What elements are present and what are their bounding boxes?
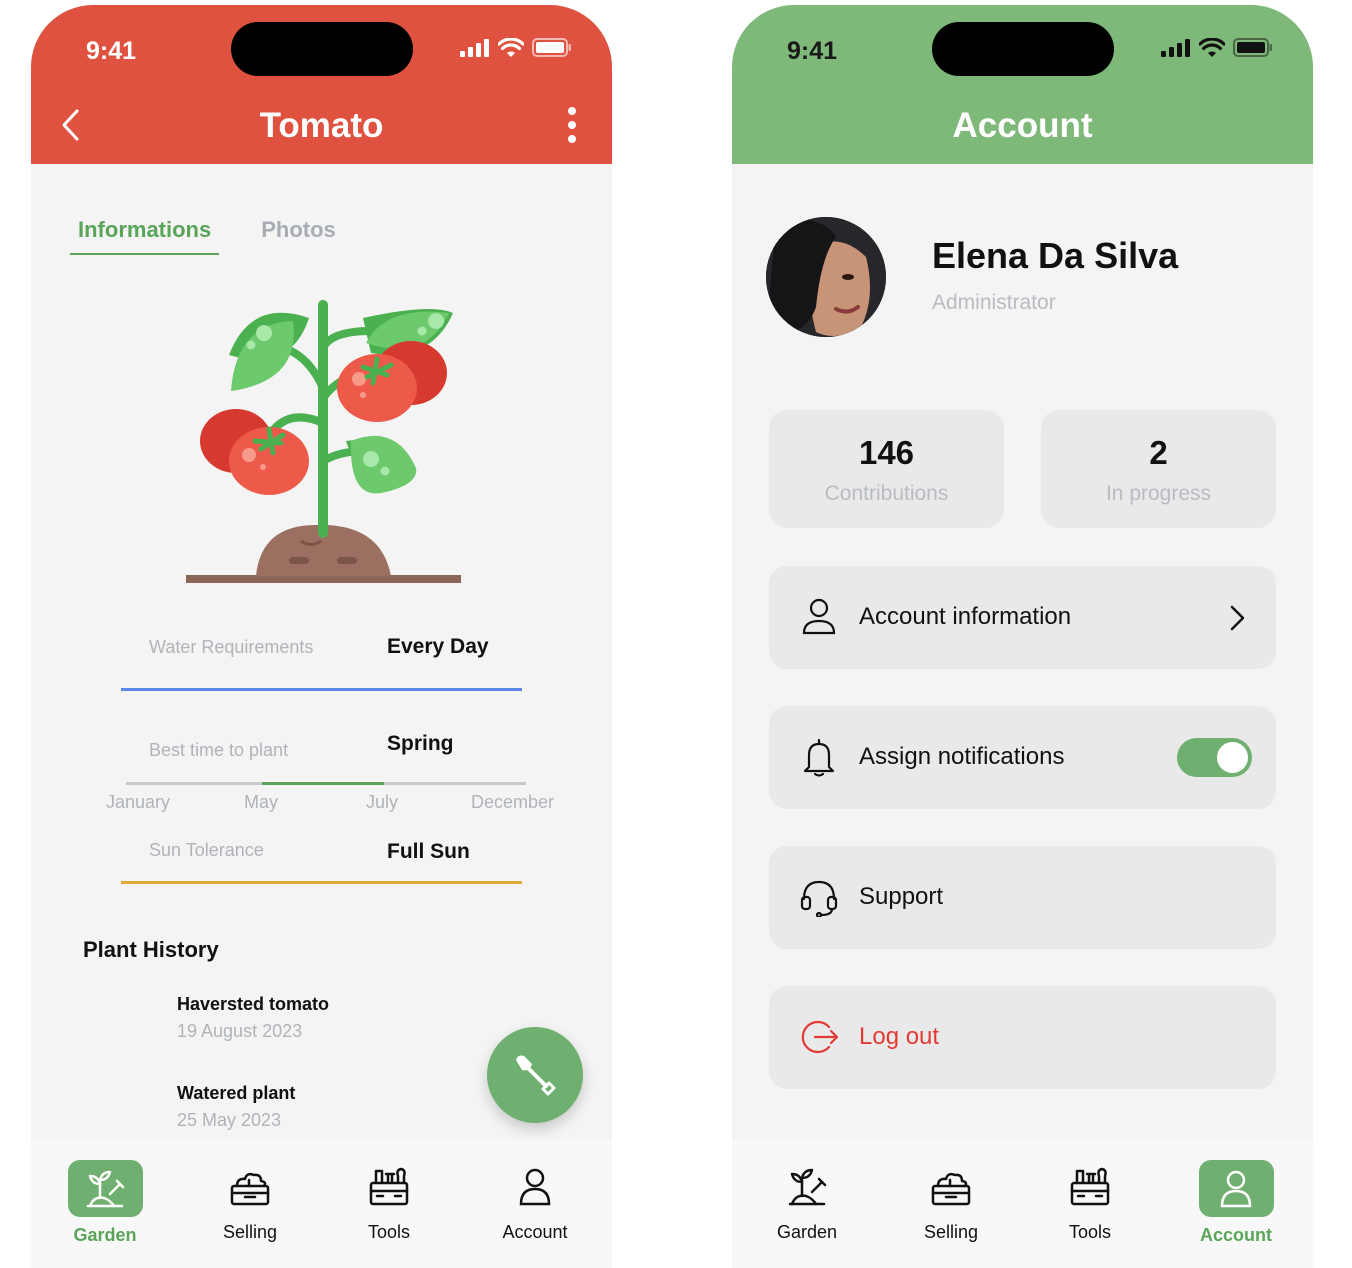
wifi-icon	[1199, 38, 1225, 57]
nav-tools[interactable]: Tools	[1035, 1160, 1145, 1243]
selling-icon	[931, 1172, 971, 1206]
nav-label: Account	[1200, 1225, 1272, 1245]
stat-card-contributions: 146 Contributions	[769, 410, 1004, 528]
signal-icon	[1161, 38, 1190, 57]
nav-label: Tools	[367, 1222, 411, 1242]
tab-informations[interactable]: Informations	[70, 215, 220, 255]
support-item[interactable]: Support	[769, 846, 1276, 949]
history-date: 25 May 2023	[177, 1110, 282, 1130]
tab-photos[interactable]: Photos	[253, 215, 344, 255]
tomato-plant-illustration	[186, 300, 461, 583]
page-title: Account	[952, 106, 1093, 145]
sun-value: Full Sun	[387, 840, 470, 863]
history-event: Watered plant	[177, 1083, 296, 1103]
status-time: 9:41	[787, 37, 838, 65]
plant-tabs: Informations Photos	[70, 215, 344, 255]
status-icons	[460, 38, 572, 57]
profile-photo	[766, 217, 886, 337]
tools-icon	[369, 1167, 409, 1206]
bottom-navigation: Garden Selling Tools Account	[732, 1140, 1313, 1268]
selling-icon	[230, 1172, 270, 1206]
nav-label: Tools	[1068, 1222, 1112, 1242]
bottom-navigation: Garden Selling Tools Account	[31, 1140, 612, 1268]
nav-selling[interactable]: Selling	[896, 1160, 1006, 1243]
profile-name: Elena Da Silva	[932, 235, 1179, 276]
water-value: Every Day	[387, 635, 489, 658]
nav-label: Garden	[73, 1225, 137, 1245]
plant-detail-screen: 9:41 Tomato Informations Photos Water Re…	[31, 5, 612, 1268]
history-event: Haversted tomato	[177, 994, 330, 1014]
nav-account[interactable]: Account	[480, 1160, 590, 1243]
stat-value: 2	[1149, 434, 1168, 471]
garden-icon	[788, 1168, 827, 1206]
nav-label: Selling	[923, 1222, 979, 1242]
logout-icon	[801, 1020, 839, 1054]
month-label: January	[106, 792, 171, 812]
shovel-icon	[516, 1055, 556, 1096]
more-dot-icon	[568, 121, 576, 129]
water-label: Water Requirements	[149, 637, 314, 657]
toggle-knob	[1217, 742, 1248, 773]
user-icon	[802, 598, 836, 635]
nav-garden[interactable]: Garden	[752, 1160, 862, 1243]
nav-selling[interactable]: Selling	[195, 1160, 305, 1243]
tools-icon	[1070, 1167, 1110, 1206]
menu-label: Support	[859, 883, 944, 910]
account-header: 9:41 Account	[732, 5, 1313, 164]
menu-label: Log out	[859, 1023, 940, 1050]
status-time: 9:41	[86, 37, 137, 65]
planting-timeline-range	[262, 782, 384, 785]
logout-item[interactable]: Log out	[769, 986, 1276, 1089]
nav-label: Selling	[222, 1222, 278, 1242]
stat-card-in-progress: 2 In progress	[1041, 410, 1276, 528]
history-date: 19 August 2023	[177, 1021, 303, 1041]
menu-label: Assign notifications	[859, 743, 1065, 770]
planting-value: Spring	[387, 732, 454, 755]
account-information-item[interactable]: Account information	[769, 566, 1276, 669]
status-icons	[1161, 38, 1273, 57]
more-options-button[interactable]	[562, 105, 582, 145]
nav-tools[interactable]: Tools	[334, 1160, 444, 1243]
stat-label: Contributions	[824, 482, 949, 505]
battery-icon	[532, 38, 571, 57]
nav-account[interactable]: Account	[1181, 1160, 1291, 1246]
headset-icon	[800, 880, 838, 917]
month-label: May	[244, 792, 279, 812]
page-title: Tomato	[259, 106, 384, 145]
menu-label: Account information	[859, 603, 1072, 630]
wifi-icon	[498, 38, 524, 57]
account-screen: 9:41 Account Elena Da Silva Administrato…	[732, 5, 1313, 1268]
month-label: July	[366, 792, 399, 812]
stat-value: 146	[858, 434, 915, 471]
sun-label: Sun Tolerance	[149, 840, 264, 860]
nav-garden[interactable]: Garden	[50, 1160, 160, 1246]
assign-notifications-item: Assign notifications	[769, 706, 1276, 809]
plant-header: 9:41 Tomato	[31, 5, 612, 164]
more-dot-icon	[568, 135, 576, 143]
dynamic-island	[932, 22, 1114, 76]
garden-icon	[86, 1170, 125, 1207]
account-icon	[1220, 1170, 1252, 1207]
sun-divider	[121, 881, 522, 884]
more-dot-icon	[568, 107, 576, 115]
notifications-toggle[interactable]	[1177, 738, 1252, 777]
chevron-right-icon	[1230, 605, 1245, 631]
signal-icon	[460, 38, 489, 57]
dynamic-island	[231, 22, 413, 76]
battery-icon	[1233, 38, 1272, 57]
avatar	[766, 217, 886, 337]
account-icon	[519, 1168, 551, 1206]
planting-label: Best time to plant	[149, 740, 289, 760]
nav-label: Account	[502, 1222, 568, 1242]
plant-history-title: Plant History	[83, 937, 219, 962]
stat-label: In progress	[1105, 482, 1212, 505]
bell-icon	[803, 738, 835, 777]
profile-role: Administrator	[932, 291, 1056, 314]
water-divider	[121, 688, 522, 691]
month-label: December	[471, 792, 555, 812]
nav-label: Garden	[776, 1222, 838, 1242]
add-activity-button[interactable]	[487, 1027, 583, 1123]
